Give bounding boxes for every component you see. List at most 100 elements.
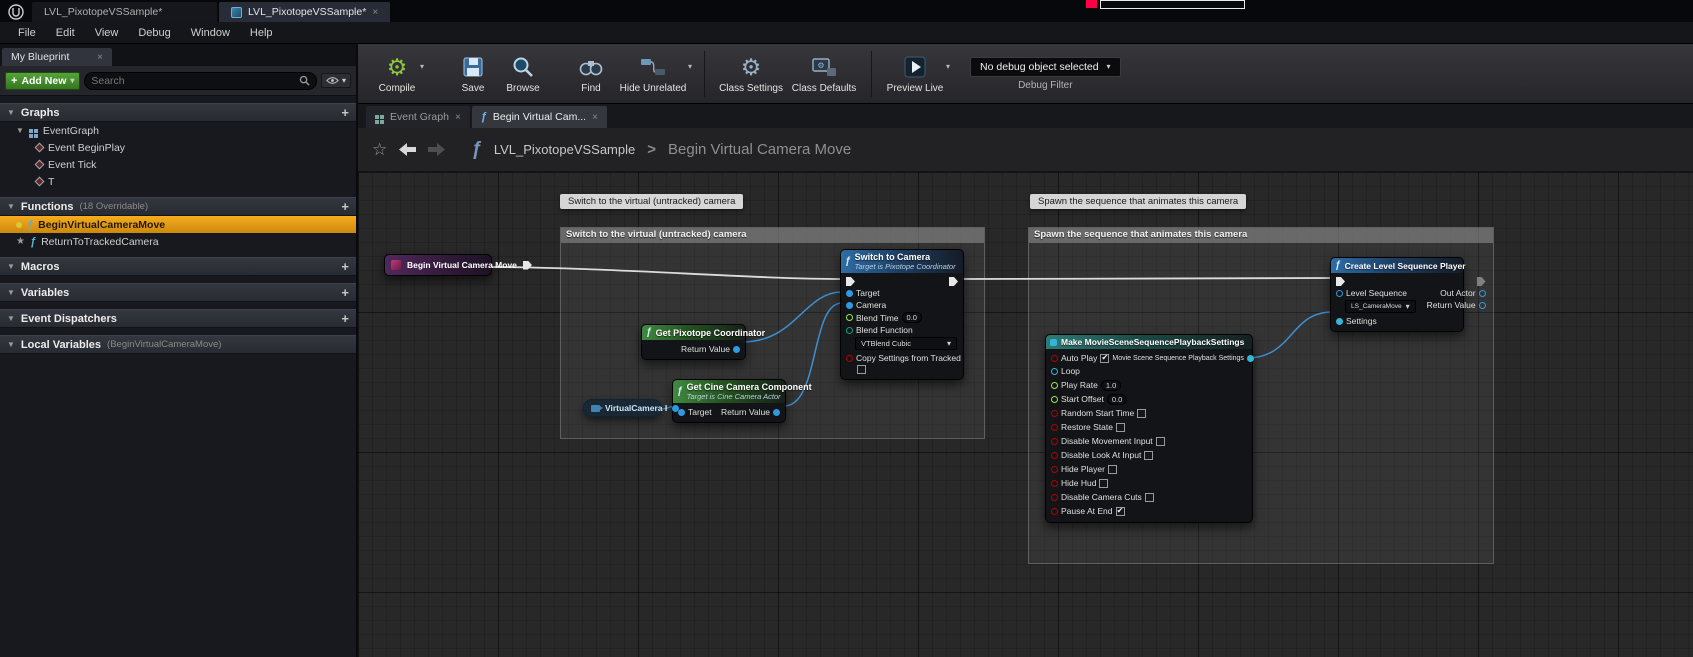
disable-movement-input-checkbox[interactable]	[1156, 437, 1165, 446]
chevron-down-icon[interactable]: ▾	[420, 62, 424, 71]
blend-function-pin[interactable]	[846, 327, 853, 334]
play-rate-field[interactable]: 1.0	[1101, 380, 1121, 391]
node-make-playback-settings[interactable]: Make MovieSceneSequencePlaybackSettings …	[1045, 334, 1253, 523]
tree-item-begin-virtual-camera-move[interactable]: ƒ BeginVirtualCameraMove	[0, 216, 356, 233]
add-variable-button[interactable]: +	[341, 286, 349, 299]
menu-debug[interactable]: Debug	[128, 24, 180, 42]
find-button[interactable]: Find	[566, 47, 616, 101]
auto-play-checkbox[interactable]: ✔	[1100, 354, 1109, 363]
return-value-pin[interactable]	[733, 346, 740, 353]
node-get-cine-camera-component[interactable]: ƒ Get Cine Camera Component Target is Ci…	[672, 379, 786, 423]
compile-button[interactable]: ⚙ Compile	[372, 47, 422, 101]
section-header-functions[interactable]: ▼ Functions (18 Overridable) +	[0, 197, 356, 216]
exec-out-pin[interactable]	[949, 277, 958, 286]
collapse-arrow-icon[interactable]: ▼	[7, 108, 15, 117]
close-icon[interactable]: ×	[97, 52, 103, 63]
graph-canvas[interactable]: Switch to the virtual (untracked) camera…	[358, 172, 1693, 657]
hide-unrelated-button[interactable]: Hide Unrelated	[616, 47, 690, 101]
loop-pin[interactable]	[1051, 368, 1058, 375]
tab-event-graph[interactable]: Event Graph ×	[366, 106, 470, 128]
favorite-star-icon[interactable]: ☆	[372, 140, 387, 160]
tab-begin-virtual-camera[interactable]: ƒ Begin Virtual Cam... ×	[472, 106, 607, 128]
exec-in-pin[interactable]	[846, 277, 855, 286]
disable-camera-cuts-checkbox[interactable]	[1145, 493, 1154, 502]
close-icon[interactable]: ×	[455, 112, 461, 123]
menu-edit[interactable]: Edit	[46, 24, 85, 42]
tab-my-blueprint[interactable]: My Blueprint ×	[2, 48, 112, 66]
settings-out-pin[interactable]	[1247, 355, 1254, 362]
copy-settings-checkbox[interactable]	[857, 365, 866, 374]
restore-state-checkbox[interactable]	[1116, 423, 1125, 432]
pause-at-end-checkbox[interactable]: ✔	[1116, 507, 1125, 516]
blend-function-dropdown[interactable]: VTBlend Cubic ▾	[855, 337, 957, 350]
disable-look-at-input-pin[interactable]	[1051, 452, 1058, 459]
auto-play-pin[interactable]	[1051, 355, 1058, 362]
variable-out-pin[interactable]	[672, 405, 679, 412]
settings-pin[interactable]	[1336, 318, 1343, 325]
collapse-arrow-icon[interactable]: ▼	[7, 340, 15, 349]
close-icon[interactable]: ×	[592, 112, 598, 123]
return-value-pin[interactable]	[773, 409, 780, 416]
class-defaults-button[interactable]: ⚙ Class Defaults	[787, 47, 861, 101]
browse-button[interactable]: Browse	[498, 47, 548, 101]
chevron-down-icon[interactable]: ▾	[946, 62, 950, 71]
random-start-time-pin[interactable]	[1051, 410, 1058, 417]
section-header-macros[interactable]: ▼ Macros +	[0, 257, 356, 276]
section-header-local-variables[interactable]: ▼ Local Variables (BeginVirtualCameraMov…	[0, 335, 356, 354]
section-header-variables[interactable]: ▼ Variables +	[0, 283, 356, 302]
add-dispatcher-button[interactable]: +	[341, 312, 349, 325]
back-arrow-icon[interactable]	[399, 143, 416, 156]
collapse-arrow-icon[interactable]: ▼	[7, 314, 15, 323]
node-create-level-sequence-player[interactable]: ƒ Create Level Sequence Player Level Seq…	[1330, 257, 1464, 332]
tree-item-event-tick[interactable]: Event Tick	[0, 156, 356, 173]
tree-item-event-t[interactable]: T	[0, 173, 356, 190]
camera-pin[interactable]	[846, 302, 853, 309]
collapse-arrow-icon[interactable]: ▼	[7, 288, 15, 297]
tree-item-event-beginplay[interactable]: Event BeginPlay	[0, 139, 356, 156]
breadcrumb-root[interactable]: LVL_PixotopeVSSample	[494, 142, 635, 157]
restore-state-pin[interactable]	[1051, 424, 1058, 431]
target-pin[interactable]	[846, 290, 853, 297]
visibility-filter-button[interactable]: ▾	[321, 73, 351, 88]
level-sequence-pin[interactable]	[1336, 290, 1343, 297]
section-header-event-dispatchers[interactable]: ▼ Event Dispatchers +	[0, 309, 356, 328]
menu-file[interactable]: File	[8, 24, 46, 42]
exec-out-pin[interactable]	[1477, 277, 1486, 286]
tree-item-return-to-tracked-camera[interactable]: ★ ƒ ReturnToTrackedCamera	[0, 233, 356, 250]
chevron-down-icon[interactable]: ▾	[688, 62, 692, 71]
debug-object-dropdown[interactable]: No debug object selected ▾	[970, 57, 1121, 77]
target-pin[interactable]	[678, 409, 685, 416]
search-input[interactable]	[91, 75, 299, 87]
hide-player-checkbox[interactable]	[1108, 465, 1117, 474]
play-rate-pin[interactable]	[1051, 382, 1058, 389]
window-tab-level[interactable]: LVL_PixotopeVSSample*	[32, 2, 217, 22]
add-macro-button[interactable]: +	[341, 260, 349, 273]
collapse-arrow-icon[interactable]: ▼	[16, 126, 24, 135]
start-offset-field[interactable]: 0.0	[1107, 394, 1127, 405]
hide-hud-pin[interactable]	[1051, 480, 1058, 487]
preview-live-button[interactable]: Preview Live	[882, 47, 948, 101]
tree-item-eventgraph[interactable]: ▼ EventGraph	[0, 122, 356, 139]
blend-time-field[interactable]: 0.0	[902, 312, 922, 323]
level-sequence-dropdown[interactable]: LS_CameraMove ▾	[1345, 300, 1416, 313]
start-offset-pin[interactable]	[1051, 396, 1058, 403]
out-actor-pin[interactable]	[1479, 290, 1486, 297]
disable-camera-cuts-pin[interactable]	[1051, 494, 1058, 501]
class-settings-button[interactable]: ⚙ Class Settings	[715, 47, 787, 101]
blend-time-pin[interactable]	[846, 314, 853, 321]
collapse-arrow-icon[interactable]: ▼	[7, 262, 15, 271]
window-tab-blueprint[interactable]: LVL_PixotopeVSSample* ×	[219, 2, 390, 22]
add-new-button[interactable]: + Add New ▾	[5, 72, 80, 90]
close-icon[interactable]: ×	[372, 7, 378, 18]
disable-look-at-input-checkbox[interactable]	[1144, 451, 1153, 460]
node-begin-virtual-camera-move[interactable]: Begin Virtual Camera Move	[384, 254, 492, 276]
node-switch-to-camera[interactable]: ƒ Switch to Camera Target is Pixotope Co…	[840, 249, 964, 380]
add-graph-button[interactable]: +	[341, 106, 349, 119]
add-function-button[interactable]: +	[341, 200, 349, 213]
collapse-arrow-icon[interactable]: ▼	[7, 202, 15, 211]
section-header-graphs[interactable]: ▼ Graphs +	[0, 103, 356, 122]
save-button[interactable]: Save	[448, 47, 498, 101]
menu-window[interactable]: Window	[181, 24, 240, 42]
node-virtual-camera-variable[interactable]: VirtualCamera I	[583, 399, 662, 417]
copy-settings-pin[interactable]	[846, 355, 853, 362]
